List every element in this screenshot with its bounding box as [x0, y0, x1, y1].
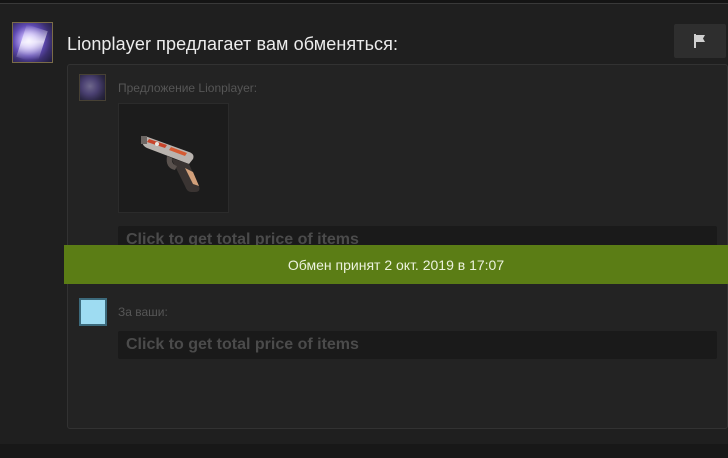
partner-avatar[interactable] — [12, 22, 53, 63]
pistol-item-icon — [141, 136, 200, 192]
bottom-divider — [0, 444, 728, 458]
trade-item-slot[interactable] — [118, 103, 229, 213]
trade-accepted-banner: Обмен принят 2 окт. 2019 в 17:07 — [64, 245, 728, 284]
avatar-art — [16, 24, 48, 62]
partner-small-avatar — [79, 74, 106, 101]
report-button[interactable] — [674, 24, 726, 58]
flag-icon — [694, 34, 705, 48]
partner-offer-label: Предложение Lionplayer: — [118, 81, 258, 95]
your-total-price-button[interactable]: Click to get total price of items — [118, 331, 717, 359]
trade-offer-page: Lionplayer предлагает вам обменяться: Пр… — [0, 0, 728, 458]
your-offer-label: За ваши: — [118, 305, 168, 319]
your-avatar — [79, 298, 107, 326]
trade-offer-title: Lionplayer предлагает вам обменяться: — [67, 34, 399, 54]
